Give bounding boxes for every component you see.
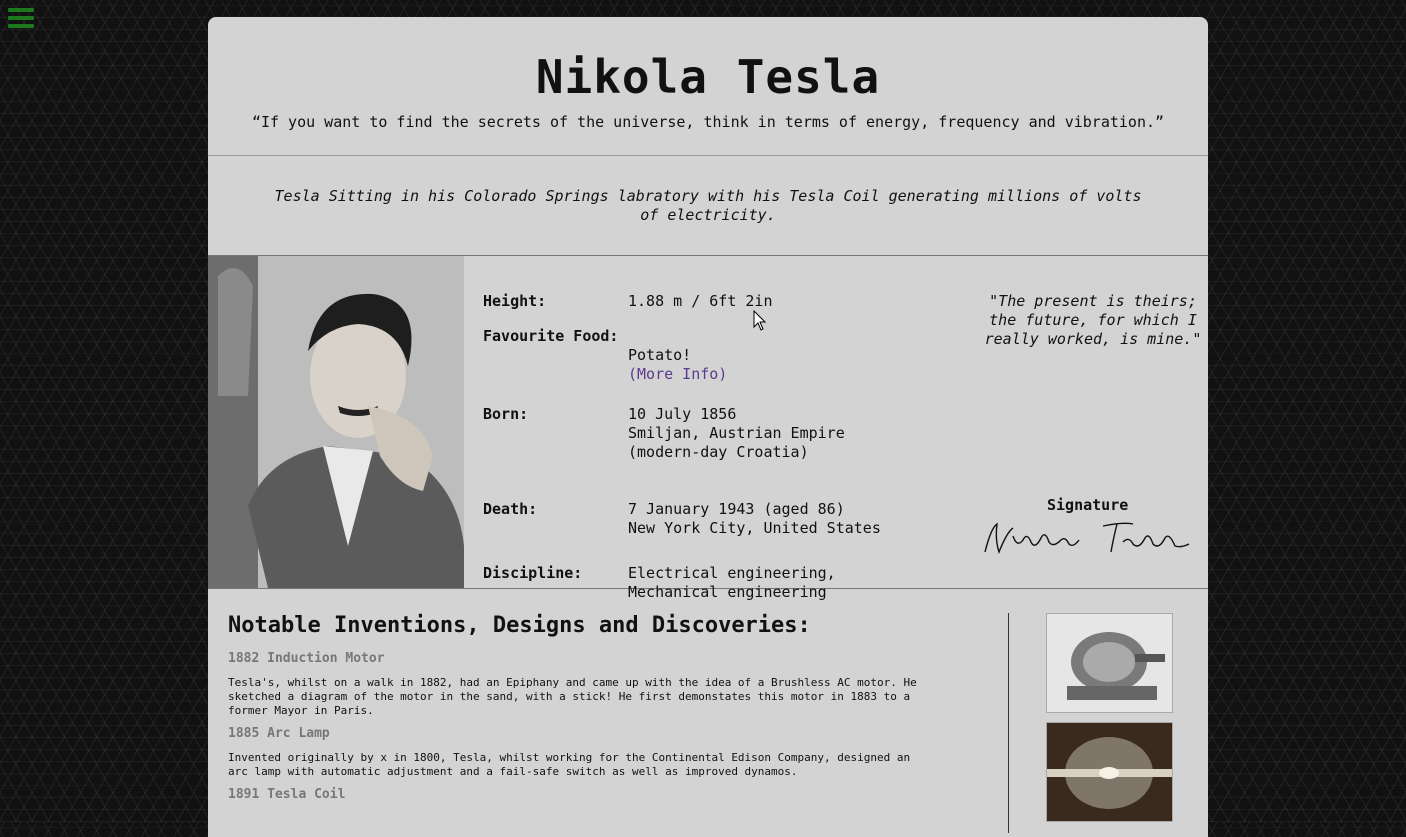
inventions-list: Notable Inventions, Designs and Discover…: [208, 613, 1009, 833]
menu-icon[interactable]: [8, 8, 34, 32]
invention-title: 1891 Tesla Coil: [228, 787, 346, 802]
arc-lamp-image: [1046, 722, 1173, 822]
fact-value: Electrical engineering, Mechanical engin…: [628, 564, 836, 601]
fact-row-discipline: Discipline: Electrical engineering, Mech…: [483, 564, 923, 602]
image-caption: Tesla Sitting in his Colorado Springs la…: [274, 186, 1142, 224]
fact-value-food: Potato! (More Info): [628, 327, 727, 384]
induction-motor-image: [1046, 613, 1173, 713]
invention-item: 1882 Induction Motor Tesla's, whilst on …: [228, 651, 1008, 718]
fact-label: Death:: [483, 500, 538, 518]
inventions-heading: Notable Inventions, Designs and Discover…: [228, 613, 811, 638]
invention-text: Tesla's, whilst on a walk in 1882, had a…: [228, 676, 917, 717]
fact-label: Height:: [483, 292, 547, 310]
invention-title: 1882 Induction Motor: [228, 651, 385, 666]
fact-label: Born:: [483, 405, 529, 423]
page-header: Nikola Tesla “If you want to find the se…: [208, 17, 1208, 156]
inventions-section: Notable Inventions, Designs and Discover…: [208, 589, 1208, 833]
fact-value: 1.88 m / 6ft 2in: [628, 292, 773, 310]
fact-label: Favourite Food:: [483, 327, 619, 345]
invention-title: 1885 Arc Lamp: [228, 726, 330, 741]
fact-value: 7 January 1943 (aged 86) New York City, …: [628, 500, 881, 537]
tesla-portrait-image: [208, 256, 464, 588]
side-quote: "The present is theirs; the future, for …: [984, 292, 1202, 348]
signature-image: [984, 522, 1190, 555]
fact-value: Potato!: [628, 346, 692, 364]
fact-row-death: Death: 7 January 1943 (aged 86) New York…: [483, 500, 923, 538]
caption-band: Tesla Sitting in his Colorado Springs la…: [208, 156, 1208, 256]
fact-label: Discipline:: [483, 564, 583, 582]
fact-row-food: Favourite Food: Potato! (More Info): [483, 327, 923, 384]
invention-text: Invented originally by x in 1800, Tesla,…: [228, 751, 911, 778]
fact-row-born: Born: 10 July 1856 Smiljan, Austrian Emp…: [483, 405, 923, 462]
tribute-card: Nikola Tesla “If you want to find the se…: [208, 17, 1208, 837]
side-panel: "The present is theirs; the future, for …: [923, 256, 1208, 588]
invention-item: 1891 Tesla Coil: [228, 787, 1008, 802]
more-info-link[interactable]: (More Info): [628, 365, 727, 383]
inventions-images: [1009, 613, 1208, 833]
invention-item: 1885 Arc Lamp Invented originally by x i…: [228, 726, 1008, 779]
page-title: Nikola Tesla: [535, 50, 881, 104]
fact-row-height: Height: 1.88 m / 6ft 2in: [483, 292, 923, 311]
info-section: Height: 1.88 m / 6ft 2in Favourite Food:…: [208, 256, 1208, 601]
tesla-quote: “If you want to find the secrets of the …: [251, 113, 1165, 131]
signature-heading: Signature: [1047, 496, 1129, 514]
facts-table: Height: 1.88 m / 6ft 2in Favourite Food:…: [464, 256, 923, 601]
fact-value: 10 July 1856 Smiljan, Austrian Empire (m…: [628, 405, 845, 461]
